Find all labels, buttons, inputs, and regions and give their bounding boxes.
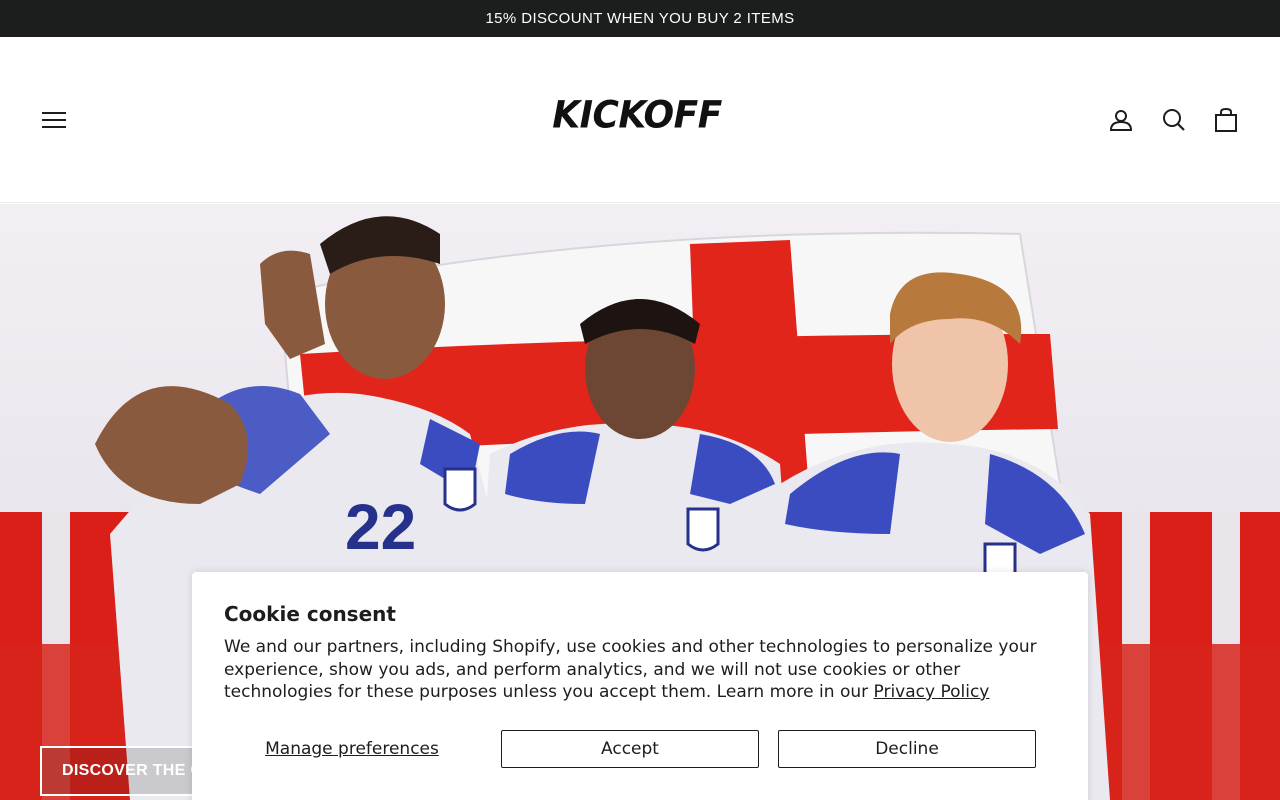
account-button[interactable] — [1105, 104, 1137, 136]
search-button[interactable] — [1158, 104, 1190, 136]
announcement-text: 15% DISCOUNT WHEN YOU BUY 2 ITEMS — [485, 10, 795, 27]
announcement-bar: 15% DISCOUNT WHEN YOU BUY 2 ITEMS — [0, 0, 1280, 37]
accept-button[interactable]: Accept — [501, 730, 759, 768]
user-icon — [1109, 110, 1133, 131]
cookie-body: We and our partners, including Shopify, … — [224, 636, 1044, 704]
shopping-bag-icon — [1215, 108, 1237, 132]
site-logo[interactable]: KICKOFF — [530, 93, 744, 137]
hamburger-menu-icon — [42, 112, 66, 128]
cookie-actions: Manage preferences Accept Decline — [224, 730, 1056, 768]
decline-button[interactable]: Decline — [778, 730, 1036, 768]
manage-preferences-button[interactable]: Manage preferences — [224, 730, 480, 768]
logo-text: KICKOFF — [552, 93, 722, 137]
discover-collection-label: DISCOVER THE C — [62, 762, 203, 779]
search-icon — [1163, 109, 1185, 131]
cart-button[interactable] — [1210, 104, 1242, 136]
svg-text:22: 22 — [345, 491, 416, 563]
cookie-consent-dialog: Cookie consent We and our partners, incl… — [192, 572, 1088, 800]
cookie-title: Cookie consent — [224, 602, 396, 626]
site-header: KICKOFF — [0, 37, 1280, 203]
menu-button[interactable] — [38, 104, 70, 136]
privacy-policy-link[interactable]: Privacy Policy — [874, 682, 990, 702]
